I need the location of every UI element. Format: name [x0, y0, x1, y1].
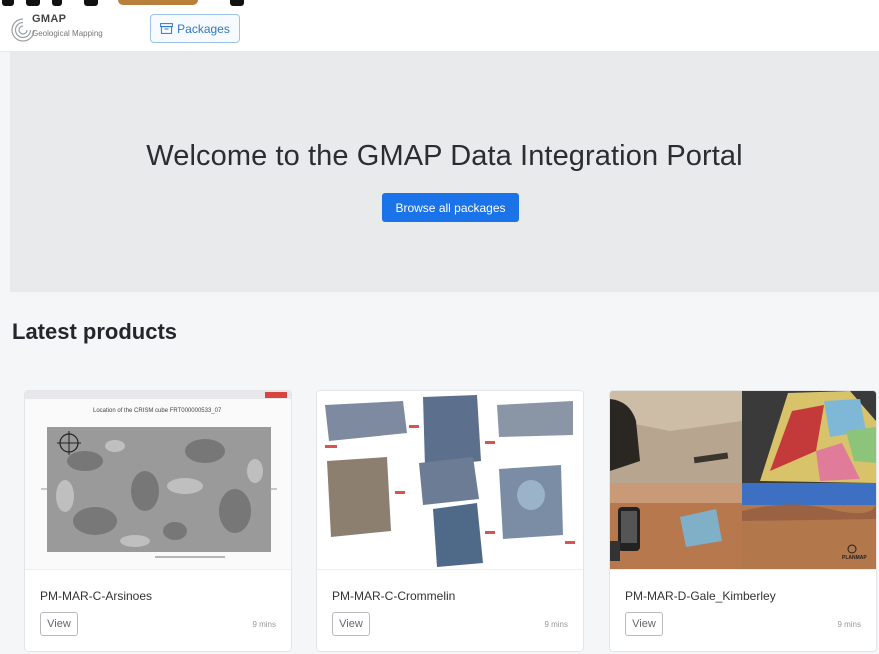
brand-name: GMAP	[32, 13, 67, 25]
product-time: 9 mins	[837, 620, 861, 629]
product-title[interactable]: PM-MAR-C-Crommelin	[332, 589, 455, 603]
navbar: GMAP Geological Mapping Packages	[0, 7, 879, 52]
product-card[interactable]: Location of the CRISM cube FRT000000533_…	[24, 390, 292, 652]
product-title[interactable]: PM-MAR-D-Gale_Kimberley	[625, 589, 776, 603]
hero-banner: Welcome to the GMAP Data Integration Por…	[10, 52, 879, 292]
product-time: 9 mins	[544, 620, 568, 629]
latest-products-heading: Latest products	[12, 319, 178, 344]
arsinoes-map-thumbnail: Location of the CRISM cube FRT000000533_…	[25, 391, 291, 569]
hero-title: Welcome to the GMAP Data Integration Por…	[146, 140, 743, 172]
package-icon	[160, 23, 174, 34]
brand-subtitle: Geological Mapping	[32, 29, 103, 38]
crop-artifact	[84, 0, 98, 6]
gale-kimberley-collage-thumbnail: PLANMAP	[610, 391, 876, 569]
product-thumbnail[interactable]	[317, 391, 583, 570]
crop-artifact	[52, 0, 62, 6]
product-card[interactable]: PM-MAR-C-Crommelin View 9 mins	[316, 390, 584, 652]
thumbnail-caption: Location of the CRISM cube FRT000000533_…	[93, 408, 222, 414]
view-button[interactable]: View	[332, 612, 370, 636]
packages-button-label: Packages	[177, 21, 230, 36]
browse-all-packages-button[interactable]: Browse all packages	[382, 193, 519, 222]
crop-artifact	[118, 0, 198, 5]
view-button[interactable]: View	[40, 612, 78, 636]
crop-artifact	[26, 0, 40, 6]
top-cropped-strip	[0, 0, 879, 7]
product-card[interactable]: PLANMAP PM-MAR-D-Gale_Kimberley View 9 m…	[609, 390, 877, 652]
crop-artifact	[2, 0, 14, 6]
product-title[interactable]: PM-MAR-C-Arsinoes	[40, 589, 152, 603]
packages-button[interactable]: Packages	[150, 14, 240, 43]
crommelin-mosaic-thumbnail	[317, 391, 583, 569]
planmap-watermark: PLANMAP	[842, 555, 867, 561]
product-thumbnail[interactable]: Location of the CRISM cube FRT000000533_…	[25, 391, 291, 570]
view-button[interactable]: View	[625, 612, 663, 636]
brand-link[interactable]: GMAP Geological Mapping	[10, 11, 140, 47]
product-thumbnail[interactable]: PLANMAP	[610, 391, 876, 570]
crop-artifact	[230, 0, 244, 6]
product-time: 9 mins	[252, 620, 276, 629]
